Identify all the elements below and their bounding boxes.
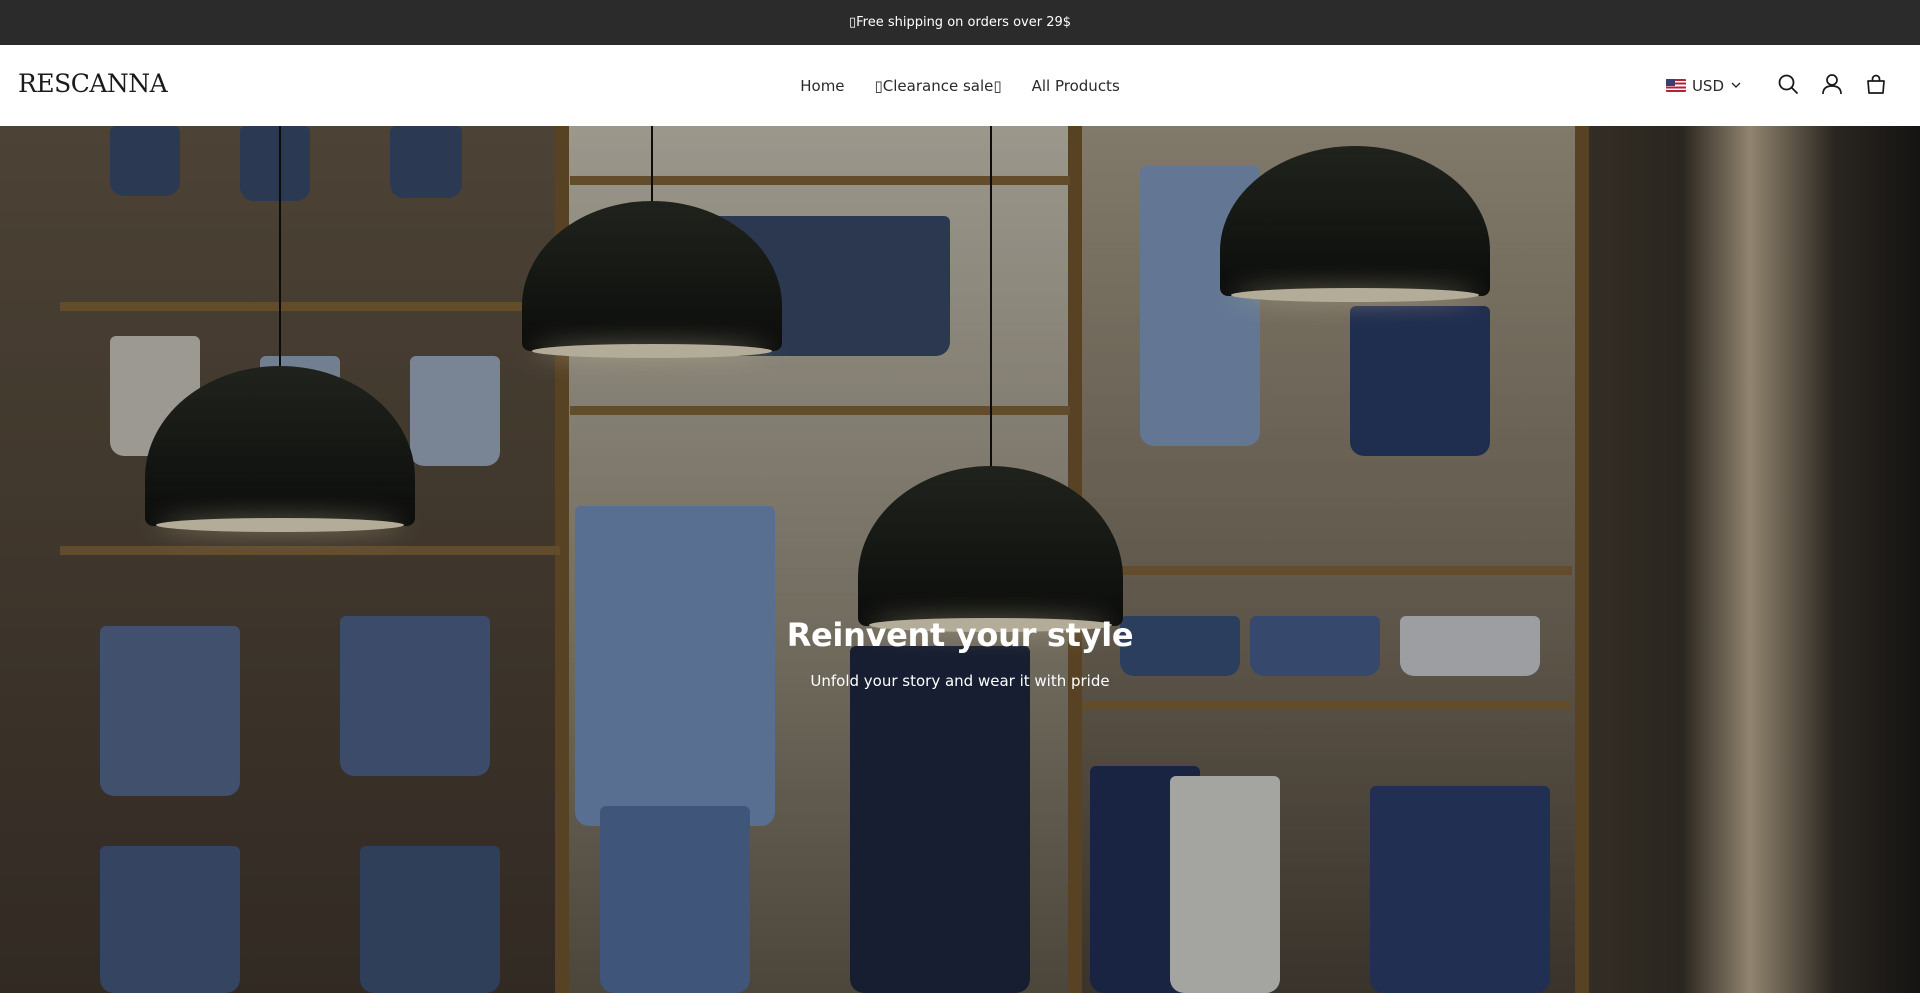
cart-button[interactable] bbox=[1854, 64, 1898, 108]
hero-overlay bbox=[0, 126, 1920, 993]
currency-selector[interactable]: USD bbox=[1665, 76, 1742, 95]
search-icon bbox=[1777, 73, 1799, 99]
announcement-bar: ▯Free shipping on orders over 29$ bbox=[0, 0, 1920, 45]
nav-all-products[interactable]: All Products bbox=[1032, 77, 1120, 95]
nav-clearance-sale[interactable]: ▯Clearance sale▯ bbox=[875, 77, 1002, 95]
currency-code: USD bbox=[1691, 76, 1724, 95]
announcement-text: ▯Free shipping on orders over 29$ bbox=[848, 15, 1072, 30]
site-header: RESCANNA Home ▯Clearance sale▯ All Produ… bbox=[0, 45, 1920, 126]
hero-title: Reinvent your style bbox=[786, 616, 1134, 654]
brand-logo[interactable]: RESCANNA bbox=[18, 69, 168, 98]
account-icon bbox=[1821, 73, 1843, 99]
us-flag-icon bbox=[1665, 79, 1686, 92]
account-button[interactable] bbox=[1810, 64, 1854, 108]
search-button[interactable] bbox=[1766, 64, 1810, 108]
nav-home[interactable]: Home bbox=[800, 77, 844, 95]
main-nav: Home ▯Clearance sale▯ All Products bbox=[800, 45, 1120, 126]
cart-icon bbox=[1865, 73, 1887, 99]
hero-subtitle: Unfold your story and wear it with pride bbox=[810, 672, 1110, 690]
chevron-down-icon bbox=[1730, 77, 1742, 95]
header-tools: USD bbox=[1665, 45, 1898, 126]
hero-banner: Reinvent your style Unfold your story an… bbox=[0, 126, 1920, 993]
